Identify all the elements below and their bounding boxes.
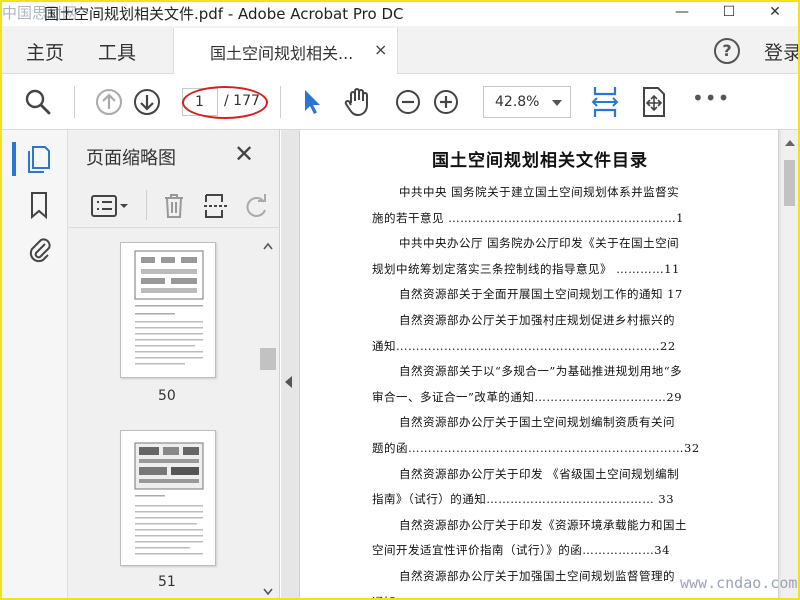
toc-line: 通知…………………………………………………………22 — [372, 338, 676, 353]
collapse-panel-icon[interactable] — [285, 376, 292, 388]
title-bar: 中国思耐网 国土空间规划相关文件.pdf - Adobe Acrobat Pro… — [2, 2, 798, 26]
select-cursor-icon[interactable] — [300, 87, 324, 117]
thumbnail-list: 50 51 — [68, 238, 258, 598]
thumbnail-preview — [134, 250, 204, 365]
toolbar-divider — [280, 86, 281, 118]
document-tab-label: 国土空间规划相关... — [210, 44, 354, 63]
hand-tool-icon[interactable] — [342, 86, 374, 118]
home-tab[interactable]: 主页 — [26, 38, 64, 65]
app-window: 中国思耐网 国土空间规划相关文件.pdf - Adobe Acrobat Pro… — [0, 0, 800, 600]
menu-bar: 主页 工具 国土空间规划相关... × ? 登录 — [2, 26, 798, 74]
zoom-in-icon[interactable] — [432, 88, 460, 116]
toc-line: 施的若干意见 …………………………………………………1 — [372, 210, 684, 225]
toolbar-divider — [74, 86, 75, 118]
login-button[interactable]: 登录 — [764, 38, 798, 65]
main-toolbar: 1 / 177 42.8% ••• — [2, 74, 798, 130]
active-indicator — [12, 142, 16, 176]
toc-line: 自然资源部办公厅关于国土空间规划编制资质有关问 — [399, 415, 675, 430]
page-thumbnail-51[interactable] — [120, 430, 216, 566]
document-tab[interactable]: 国土空间规划相关... × — [173, 28, 398, 74]
search-icon[interactable] — [24, 88, 52, 116]
close-panel-button[interactable]: ✕ — [234, 140, 254, 168]
maximize-button[interactable]: ☐ — [714, 2, 744, 24]
window-title: 国土空间规划相关文件.pdf - Adobe Acrobat Pro DC — [44, 5, 404, 23]
tools-tab[interactable]: 工具 — [98, 38, 136, 65]
navigation-rail — [2, 130, 68, 598]
thumbnail-page-number: 51 — [158, 574, 176, 590]
pdf-page: 国土空间规划相关文件目录 中共中央 国务院关于建立国土空间规划体系并监督实施的若… — [299, 130, 779, 598]
toc-line: 自然资源部关于全面开展国土空间规划工作的通知 17 — [399, 287, 683, 302]
page-thumbnail-50[interactable] — [120, 242, 216, 378]
scrollbar-thumb[interactable] — [784, 160, 795, 206]
bookmark-icon[interactable] — [28, 190, 50, 220]
zoom-out-icon[interactable] — [394, 88, 422, 116]
more-options-icon[interactable]: ••• — [692, 86, 730, 110]
thumbnail-preview — [134, 442, 204, 555]
toc-line: 指南》（试行）的通知…………………………………… 33 — [372, 492, 675, 507]
toc-line: 自然资源部关于以“多规合一”为基础推进规划用地“多 — [399, 364, 683, 379]
rotate-icon[interactable] — [244, 192, 268, 220]
document-viewer: 国土空间规划相关文件目录 中共中央 国务院关于建立国土空间规划体系并监督实施的若… — [281, 130, 798, 598]
toc-line: 中共中央办公厅 国务院办公厅印发《关于在国土空间 — [399, 236, 680, 251]
toc-line: 自然资源部办公厅关于加强国土空间规划监督管理的 — [399, 569, 675, 583]
page-thumbnails-icon[interactable] — [26, 144, 52, 174]
toc-line: 通知…………………………………………………………35 — [372, 594, 676, 598]
red-highlight-annotation — [182, 86, 268, 119]
toc-line: 自然资源部办公厅关于印发《资源环境承载能力和国土 — [399, 517, 687, 532]
full-screen-icon[interactable] — [640, 85, 668, 119]
options-menu-icon[interactable] — [90, 194, 130, 218]
panel-title: 页面缩略图 — [86, 148, 176, 169]
toc-line: 自然资源部办公厅关于印发 《省级国土空间规划编制 — [399, 466, 680, 481]
site-watermark-footer: www.cndao.com — [680, 574, 798, 592]
scroll-down-icon[interactable] — [263, 588, 273, 596]
toc-line: 题的函……………………………………………………………32 — [372, 441, 700, 455]
extract-pages-icon[interactable] — [202, 192, 230, 220]
next-page-icon[interactable] — [132, 87, 162, 117]
scroll-up-icon[interactable] — [263, 242, 273, 250]
toc-line: 中共中央 国务院关于建立国土空间规划体系并监督实 — [399, 185, 680, 199]
document-tab-close-button[interactable]: × — [374, 40, 387, 59]
minimize-button[interactable]: — — [667, 2, 697, 24]
panel-toolbar — [68, 182, 280, 228]
toc-line: 自然资源部办公厅关于加强村庄规划促进乡村振兴的 — [399, 313, 675, 327]
toc-line: 审合一、多证合一”改革的通知……………………………29 — [372, 389, 683, 404]
thumbnail-page-number: 50 — [158, 388, 176, 404]
panel-divider — [146, 190, 147, 220]
thumbnail-scrollbar[interactable] — [258, 238, 278, 598]
toc-line: 空间开发适宜性评价指南（试行）》的函………………34 — [372, 543, 670, 558]
trash-icon[interactable] — [162, 192, 186, 220]
zoom-level-dropdown[interactable]: 42.8% — [483, 86, 571, 118]
fit-width-icon[interactable] — [590, 84, 620, 120]
help-icon[interactable]: ? — [714, 38, 740, 64]
scroll-up-icon[interactable] — [785, 140, 795, 146]
chevron-down-icon — [552, 100, 562, 106]
close-window-button[interactable]: ✕ — [760, 2, 790, 24]
document-scrollbar[interactable] — [781, 130, 798, 598]
previous-page-icon[interactable] — [94, 87, 124, 117]
scrollbar-thumb[interactable] — [260, 348, 276, 370]
thumbnail-panel: 页面缩略图 ✕ 50 51 — [68, 130, 280, 598]
toc-line: 规划中统筹划定落实三条控制线的指导意见》 …………11 — [372, 261, 680, 276]
document-title: 国土空间规划相关文件目录 — [432, 151, 648, 171]
zoom-level-value: 42.8% — [495, 94, 540, 110]
attachment-icon[interactable] — [26, 234, 52, 264]
